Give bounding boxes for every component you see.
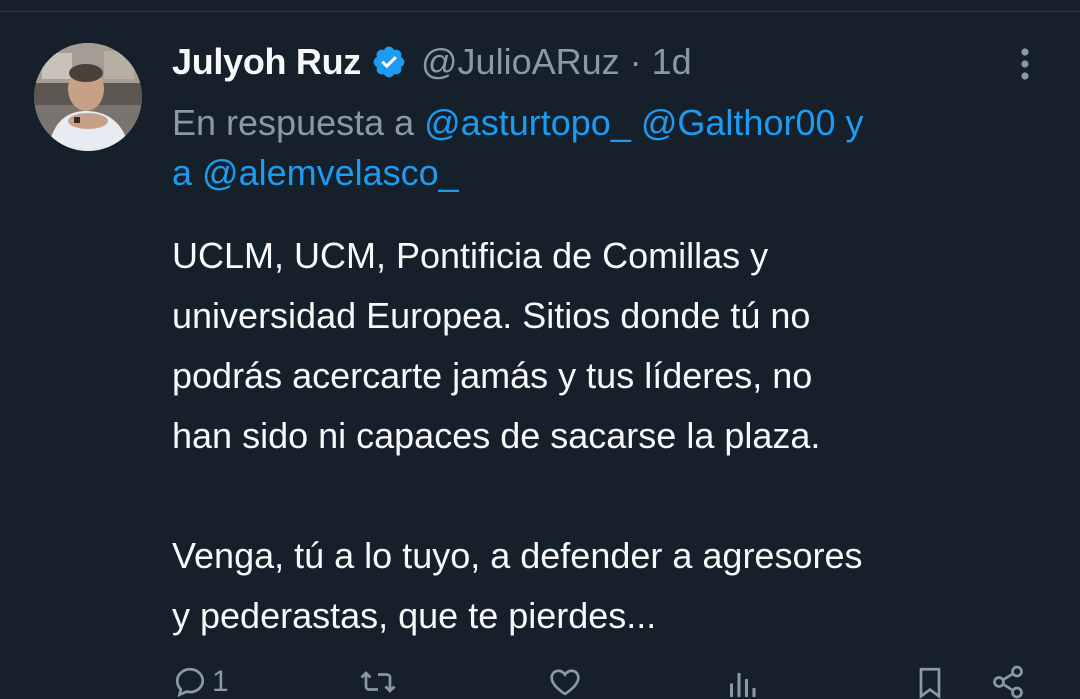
- reply-join: a: [172, 152, 193, 193]
- display-name[interactable]: Julyoh Ruz: [172, 41, 361, 83]
- user-handle[interactable]: @JulioARuz: [421, 41, 620, 83]
- mention-link[interactable]: @Galthor00: [641, 102, 836, 143]
- timestamp[interactable]: 1d: [652, 41, 692, 83]
- top-divider: [0, 0, 1080, 12]
- action-bar: 1: [172, 664, 1052, 699]
- tweet-text-line: han sido ni capaces de sacarse la plaza.: [172, 415, 821, 456]
- separator-dot: ·: [629, 41, 642, 82]
- bookmark-icon: [919, 667, 941, 699]
- views-icon: [730, 673, 756, 697]
- mention-link[interactable]: @alemvelasco_: [202, 152, 459, 193]
- reply-icon: [175, 667, 205, 698]
- like-icon: [550, 669, 580, 696]
- share-button[interactable]: [990, 664, 1026, 699]
- avatar[interactable]: [34, 43, 142, 151]
- verified-badge-icon: [371, 44, 407, 80]
- reply-count: 1: [212, 665, 229, 698]
- tweet-header: Julyoh Ruz @JulioARuz · 1d: [172, 38, 692, 86]
- reply-join: y: [845, 102, 864, 143]
- like-button[interactable]: [546, 664, 584, 699]
- tweet-screen: Julyoh Ruz @JulioARuz · 1d En respuesta …: [0, 0, 1080, 699]
- reply-prefix: En respuesta a: [172, 102, 415, 143]
- bookmark-button[interactable]: [912, 664, 948, 699]
- reply-context: En respuesta a @asturtopo_ @Galthor00 y …: [172, 98, 1052, 198]
- tweet-text-line: Venga, tú a lo tuyo, a defender a agreso…: [172, 535, 863, 576]
- retweet-icon: [360, 671, 396, 693]
- reply-button[interactable]: 1: [172, 664, 229, 699]
- mention-link[interactable]: @asturtopo_: [424, 102, 631, 143]
- tweet-text-line: podrás acercarte jamás y tus líderes, no: [172, 355, 813, 396]
- tweet-text-line: universidad Europea. Sitios donde tú no: [172, 295, 811, 336]
- share-icon: [993, 665, 1023, 699]
- retweet-button[interactable]: [358, 664, 398, 699]
- tweet-text-line: y pederastas, que te pierdes...: [172, 595, 657, 636]
- views-button[interactable]: [724, 664, 760, 699]
- more-vertical-icon[interactable]: [1008, 44, 1042, 84]
- tweet-text: UCLM, UCM, Pontificia de Comillas y univ…: [172, 226, 1062, 646]
- tweet-text-line: UCLM, UCM, Pontificia de Comillas y: [172, 235, 769, 276]
